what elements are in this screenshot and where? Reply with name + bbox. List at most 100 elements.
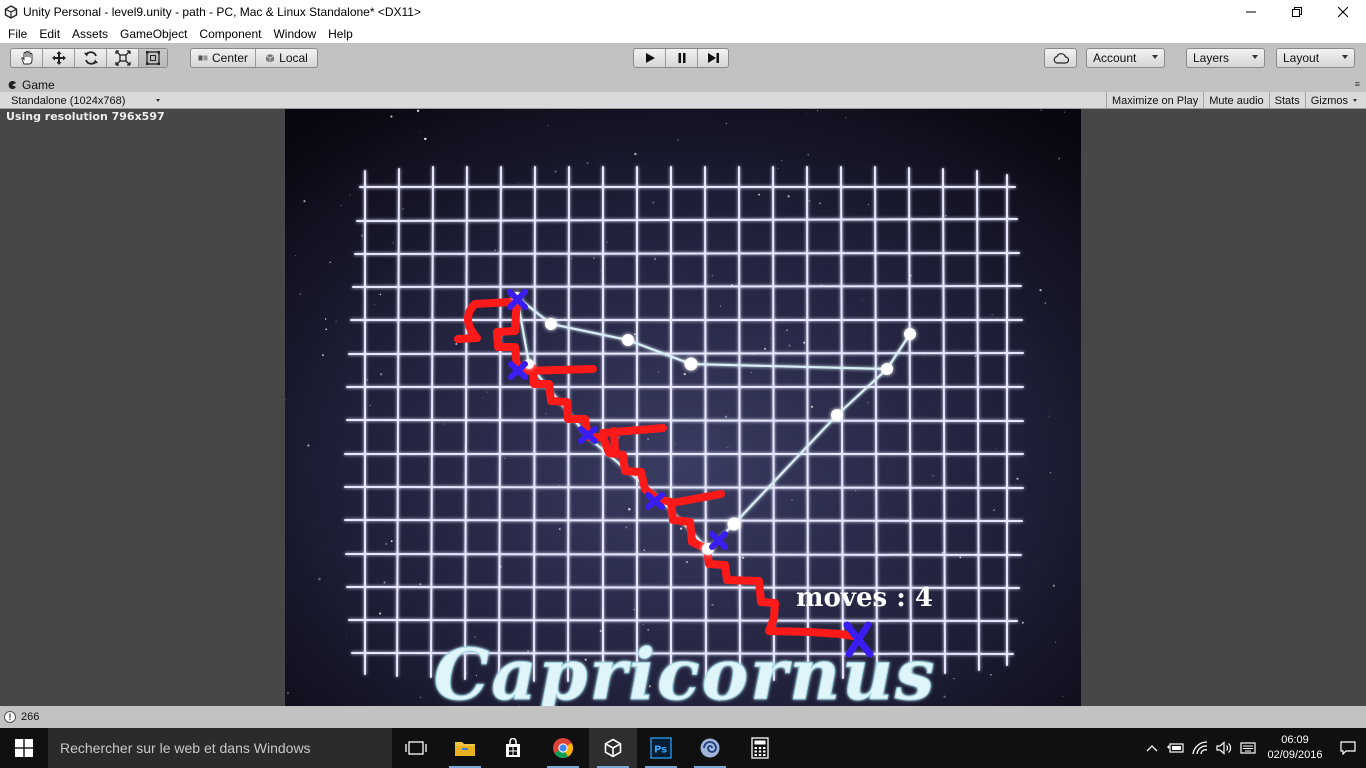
aspect-dropdown[interactable]: Standalone (1024x768): [6, 93, 166, 108]
mute-audio-toggle[interactable]: Mute audio: [1203, 92, 1268, 109]
background-star: [991, 314, 993, 316]
layers-dropdown[interactable]: Layers: [1186, 48, 1265, 68]
background-star: [683, 372, 686, 376]
menu-help[interactable]: Help: [322, 27, 359, 41]
warning-icon[interactable]: !: [4, 711, 16, 723]
scale-tool-button[interactable]: [107, 49, 139, 67]
photoshop-app[interactable]: Ps: [637, 728, 685, 768]
background-star: [817, 110, 819, 112]
step-button[interactable]: [698, 49, 728, 67]
clock[interactable]: 06:09 02/09/2016: [1260, 733, 1330, 763]
layout-dropdown[interactable]: Layout: [1276, 48, 1355, 68]
wifi-button[interactable]: [1188, 728, 1212, 768]
menu-gameobject[interactable]: GameObject: [114, 27, 193, 41]
background-star: [586, 162, 589, 164]
menu-bar: File Edit Assets GameObject Component Wi…: [0, 24, 1366, 43]
background-star: [719, 305, 722, 307]
background-star: [324, 318, 327, 320]
background-star: [318, 577, 321, 581]
background-star: [642, 624, 644, 626]
minimize-icon: [1246, 11, 1256, 13]
pivot-center-button[interactable]: Center: [191, 49, 256, 67]
gizmos-dropdown[interactable]: Gizmos: [1304, 92, 1360, 109]
background-star: [625, 526, 628, 529]
background-star: [517, 182, 519, 184]
file-explorer-app[interactable]: [441, 728, 489, 768]
menu-file[interactable]: File: [2, 27, 33, 41]
volume-button[interactable]: [1212, 728, 1236, 768]
rect-tool-button[interactable]: [139, 49, 167, 67]
keyboard-icon: [1240, 742, 1256, 754]
panel-menu-icon[interactable]: ≡: [1355, 79, 1360, 89]
warning-count: 266: [21, 711, 40, 723]
close-button[interactable]: [1320, 0, 1366, 24]
layers-label: Layers: [1193, 51, 1230, 65]
background-star: [369, 404, 372, 407]
chrome-app[interactable]: [539, 728, 587, 768]
game-canvas[interactable]: moves : 4 Capricornus: [285, 109, 1081, 706]
background-star: [758, 193, 761, 196]
rect-transform-icon: [146, 51, 160, 65]
task-view-button[interactable]: [392, 728, 440, 768]
maximize-on-play-toggle[interactable]: Maximize on Play: [1106, 92, 1203, 109]
menu-component[interactable]: Component: [193, 27, 267, 41]
game-view-toggles: Maximize on Play Mute audio Stats Gizmos: [1106, 92, 1360, 109]
background-star: [303, 200, 306, 203]
move-icon: [51, 51, 66, 65]
background-star: [345, 634, 347, 636]
photoshop-icon: Ps: [650, 737, 672, 759]
account-dropdown[interactable]: Account: [1086, 48, 1165, 68]
calculator-app[interactable]: [736, 728, 784, 768]
pause-button[interactable]: [666, 49, 698, 67]
battery-button[interactable]: [1164, 728, 1188, 768]
background-star: [287, 692, 289, 695]
action-center-button[interactable]: [1330, 728, 1366, 768]
constellation-star: [831, 409, 843, 421]
background-star: [674, 443, 676, 445]
rotate-icon: [83, 51, 98, 65]
background-star: [652, 201, 655, 204]
pivot-local-button[interactable]: Local: [256, 49, 317, 67]
restore-button[interactable]: [1274, 0, 1320, 24]
system-app[interactable]: [686, 728, 734, 768]
local-cube-icon: [265, 54, 275, 63]
game-view-bar: Standalone (1024x768) Maximize on Play M…: [0, 92, 1366, 109]
unity-icon: [604, 738, 622, 758]
background-star: [725, 122, 728, 125]
background-star: [571, 257, 573, 260]
rotate-tool-button[interactable]: [75, 49, 107, 67]
background-star: [307, 444, 310, 447]
cloud-button[interactable]: [1045, 49, 1076, 67]
store-bag-icon: [506, 738, 520, 757]
hand-tool-button[interactable]: [11, 49, 43, 67]
aspect-label: Standalone (1024x768): [11, 94, 126, 107]
background-star: [419, 696, 422, 699]
menu-window[interactable]: Window: [267, 27, 322, 41]
background-star: [945, 214, 947, 217]
constellation-star: [881, 363, 893, 375]
minimize-button[interactable]: [1228, 0, 1274, 24]
show-hidden-icons-button[interactable]: [1140, 728, 1164, 768]
start-button[interactable]: [0, 728, 48, 768]
pause-icon: [678, 53, 685, 63]
background-star: [993, 509, 995, 511]
pivot-toggles: Center Local: [190, 48, 318, 68]
unity-app[interactable]: [589, 728, 637, 768]
stats-toggle[interactable]: Stats: [1268, 92, 1305, 109]
input-indicator-button[interactable]: [1236, 728, 1260, 768]
chrome-icon: [553, 738, 574, 759]
background-star: [807, 153, 810, 156]
play-button[interactable]: [634, 49, 666, 67]
menu-assets[interactable]: Assets: [66, 27, 114, 41]
background-star: [481, 396, 483, 398]
app-swirl-icon: [700, 738, 720, 758]
chevron-down-icon: [156, 99, 160, 102]
pivot-center-icon: [198, 55, 208, 61]
menu-edit[interactable]: Edit: [33, 27, 66, 41]
taskbar-search-box[interactable]: Rechercher sur le web et dans Windows: [48, 728, 392, 768]
background-star: [750, 371, 752, 373]
store-app[interactable]: [489, 728, 537, 768]
move-tool-button[interactable]: [43, 49, 75, 67]
background-star: [416, 109, 420, 112]
tab-game[interactable]: Game: [4, 77, 59, 92]
